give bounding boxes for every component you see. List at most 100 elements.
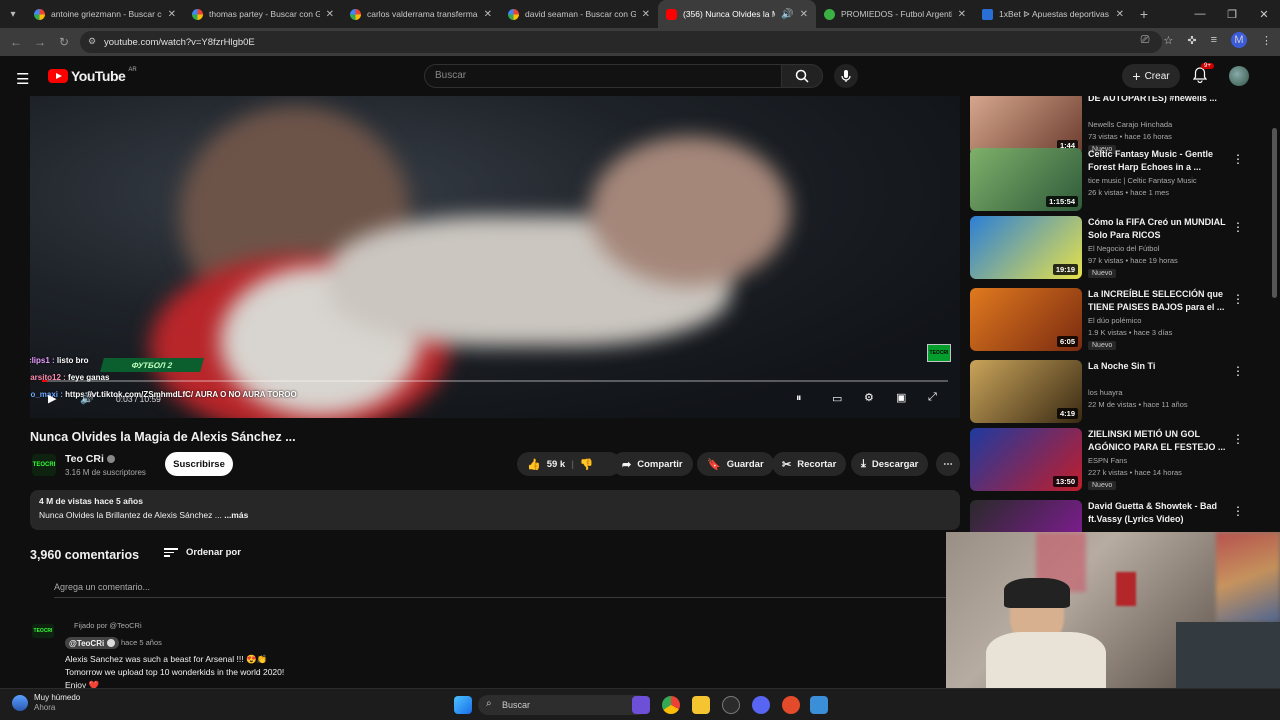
speaker-icon[interactable]: 🔊 <box>781 9 793 20</box>
close-window-icon[interactable]: ✕ <box>1248 0 1280 28</box>
recommended-video[interactable]: 6:05 La INCREÍBLE SELECCIÓN que TIENE PAI… <box>970 288 1270 352</box>
profile-avatar[interactable]: M <box>1231 32 1247 48</box>
account-avatar[interactable] <box>1229 66 1249 86</box>
recommended-channel[interactable]: Newells Carajo Hinchada <box>1088 120 1172 129</box>
add-comment-input[interactable]: Agrega un comentario... <box>54 582 946 598</box>
recommended-title[interactable]: La INCREÍBLE SELECCIÓN que TIENE PAISES … <box>1088 288 1226 313</box>
discord-icon[interactable] <box>752 696 770 714</box>
youtube-logo[interactable]: YouTube AR <box>48 67 137 84</box>
reload-icon[interactable]: ↻ <box>52 35 76 49</box>
weather-widget[interactable]: Muy húmedo Ahora <box>12 693 80 713</box>
channel-name[interactable]: Teo CRi <box>65 453 115 465</box>
comment-author-chip[interactable]: @TeoCRi <box>65 637 120 649</box>
save-button[interactable]: 🔖 Guardar <box>697 452 774 476</box>
recommended-channel[interactable]: tice music | Celtic Fantasy Music <box>1088 176 1197 185</box>
recommended-title[interactable]: Celtic Fantasy Music - Gentle Forest Har… <box>1088 148 1226 173</box>
close-tab-icon[interactable]: ✕ <box>642 9 650 20</box>
video-thumbnail[interactable]: 13:50 <box>970 428 1082 491</box>
close-tab-icon[interactable]: ✕ <box>800 9 808 20</box>
video-thumbnail[interactable] <box>970 500 1082 532</box>
teams-icon[interactable] <box>632 696 650 714</box>
url-bar[interactable]: ⚙ youtube.com/watch?v=Y8fzrHlgb0E <box>80 31 1162 53</box>
share-button[interactable]: ➦ Compartir <box>612 452 693 476</box>
close-tab-icon[interactable]: ✕ <box>958 9 966 20</box>
sort-comments-button[interactable]: Ordenar por <box>164 547 241 558</box>
create-button[interactable]: + Crear <box>1122 64 1180 88</box>
recommended-title[interactable]: Cómo la FIFA Creó un MUNDIAL Solo Para R… <box>1088 216 1226 241</box>
restore-icon[interactable]: ❐ <box>1216 0 1248 28</box>
browser-tab[interactable]: thomas partey - Buscar con Google ✕ <box>184 0 342 28</box>
forward-icon[interactable]: → <box>28 35 52 49</box>
photos-icon[interactable] <box>810 696 828 714</box>
thumbs-up-icon[interactable]: 👍 <box>527 458 541 471</box>
browser-menu-icon[interactable]: ⋮ <box>1261 34 1272 47</box>
more-options-icon[interactable]: ⋮ <box>1232 152 1244 166</box>
browser-tab[interactable]: 1xBet ᐉ Apuestas deportivas en ✕ <box>974 0 1132 28</box>
back-icon[interactable]: ← <box>4 35 28 49</box>
recommended-title[interactable]: David Guetta & Showtek - Bad ft.Vassy (L… <box>1088 500 1226 525</box>
recommended-channel[interactable]: El Negocio del Fútbol <box>1088 244 1159 253</box>
taskbar-search[interactable]: ⌕ Buscar <box>478 695 648 715</box>
video-thumbnail[interactable]: 19:19 <box>970 216 1082 279</box>
reading-list-icon[interactable]: ≡ <box>1211 34 1217 46</box>
volume-icon[interactable]: 🔊 <box>80 392 94 405</box>
thumbs-down-icon[interactable]: 👎 <box>580 458 594 471</box>
install-icon[interactable]: ⎚ <box>1141 34 1150 47</box>
more-options-icon[interactable]: ⋮ <box>1232 292 1244 306</box>
recommended-video[interactable]: 1:15:54 Celtic Fantasy Music - Gentle For… <box>970 148 1270 212</box>
channel-avatar[interactable]: TEOCRI <box>32 454 56 476</box>
browser-tab[interactable]: antoine griezmann - Buscar con Google ✕ <box>26 0 184 28</box>
subtitles-icon[interactable]: ▭ <box>832 392 842 405</box>
more-options-icon[interactable]: ⋮ <box>1232 364 1244 378</box>
recommended-video[interactable]: 19:19 Cómo la FIFA Creó un MUNDIAL Solo P… <box>970 216 1270 280</box>
autoplay-toggle-icon[interactable]: ⏸ <box>796 392 802 405</box>
comment-author-avatar[interactable]: TEOCRI <box>32 624 54 638</box>
browser-tab[interactable]: carlos valderrama transfermarkt ✕ <box>342 0 500 28</box>
browser-tab[interactable]: (356) Nunca Olvides la Magia 🔊 ✕ <box>658 0 816 28</box>
recommended-video[interactable]: 13:50 ZIELINSKI METIÓ UN GOL AGÓNICO PARA… <box>970 428 1270 492</box>
notifications-button[interactable]: 9+ <box>1192 63 1214 88</box>
chrome-icon[interactable] <box>662 696 680 714</box>
recommended-channel[interactable]: los huayra <box>1088 388 1123 397</box>
more-options-icon[interactable]: ⋮ <box>1232 220 1244 234</box>
recommended-channel[interactable]: ESPN Fans <box>1088 456 1127 465</box>
brave-icon[interactable] <box>782 696 800 714</box>
browser-tab[interactable]: PROMIEDOS - Futbol Argentino ✕ <box>816 0 974 28</box>
progress-bar[interactable] <box>42 380 948 382</box>
show-more-link[interactable]: ...más <box>224 510 248 520</box>
like-count[interactable]: 59 k <box>547 459 566 470</box>
bookmark-star-icon[interactable]: ☆ <box>1163 34 1173 47</box>
close-tab-icon[interactable]: ✕ <box>484 9 492 20</box>
recommended-video[interactable]: 4:19 La Noche Sin Ti los huayra 22 M de vis… <box>970 360 1270 424</box>
page-scrollbar[interactable] <box>1272 128 1277 298</box>
file-explorer-icon[interactable] <box>692 696 710 714</box>
description-box[interactable]: 4 M de vistas hace 5 años Nunca Olvides … <box>30 490 960 530</box>
play-icon[interactable]: ▶ <box>48 392 56 405</box>
search-button[interactable] <box>781 64 823 88</box>
extensions-icon[interactable]: ✜ <box>1187 34 1196 47</box>
video-player[interactable]: TEOCRI Myclips1 : listo bro edgarsito12 … <box>30 96 960 418</box>
more-actions-button[interactable]: ⋯ <box>936 452 960 476</box>
tab-search-icon[interactable]: ▾ <box>0 0 26 28</box>
search-input[interactable]: Buscar <box>424 64 782 88</box>
video-thumbnail[interactable]: 1:15:54 <box>970 148 1082 211</box>
fullscreen-icon[interactable]: ⤢ <box>928 391 937 404</box>
miniplayer-icon[interactable]: ▣ <box>896 391 906 404</box>
more-options-icon[interactable]: ⋮ <box>1232 504 1244 518</box>
close-tab-icon[interactable]: ✕ <box>1116 9 1124 20</box>
recommended-title[interactable]: DE AUTOPARTES) #newells ... <box>1088 96 1226 105</box>
browser-tab[interactable]: david seaman - Buscar con Google ✕ <box>500 0 658 28</box>
more-options-icon[interactable]: ⋮ <box>1232 432 1244 446</box>
recommended-title[interactable]: La Noche Sin Ti <box>1088 360 1226 373</box>
video-thumbnail[interactable]: 4:19 <box>970 360 1082 423</box>
windows-start-icon[interactable] <box>454 696 472 714</box>
video-thumbnail[interactable]: 6:05 <box>970 288 1082 351</box>
minimize-icon[interactable]: — <box>1184 0 1216 28</box>
close-tab-icon[interactable]: ✕ <box>326 9 334 20</box>
subscribe-button[interactable]: Suscribirse <box>165 452 233 476</box>
recommended-video[interactable]: 1:44 DE AUTOPARTES) #newells ... Newells C… <box>970 96 1270 156</box>
obs-icon[interactable] <box>722 696 740 714</box>
menu-icon[interactable]: ☰ <box>16 70 29 88</box>
site-info-icon[interactable]: ⚙ <box>88 36 98 46</box>
new-tab-button[interactable]: + <box>1132 6 1156 22</box>
